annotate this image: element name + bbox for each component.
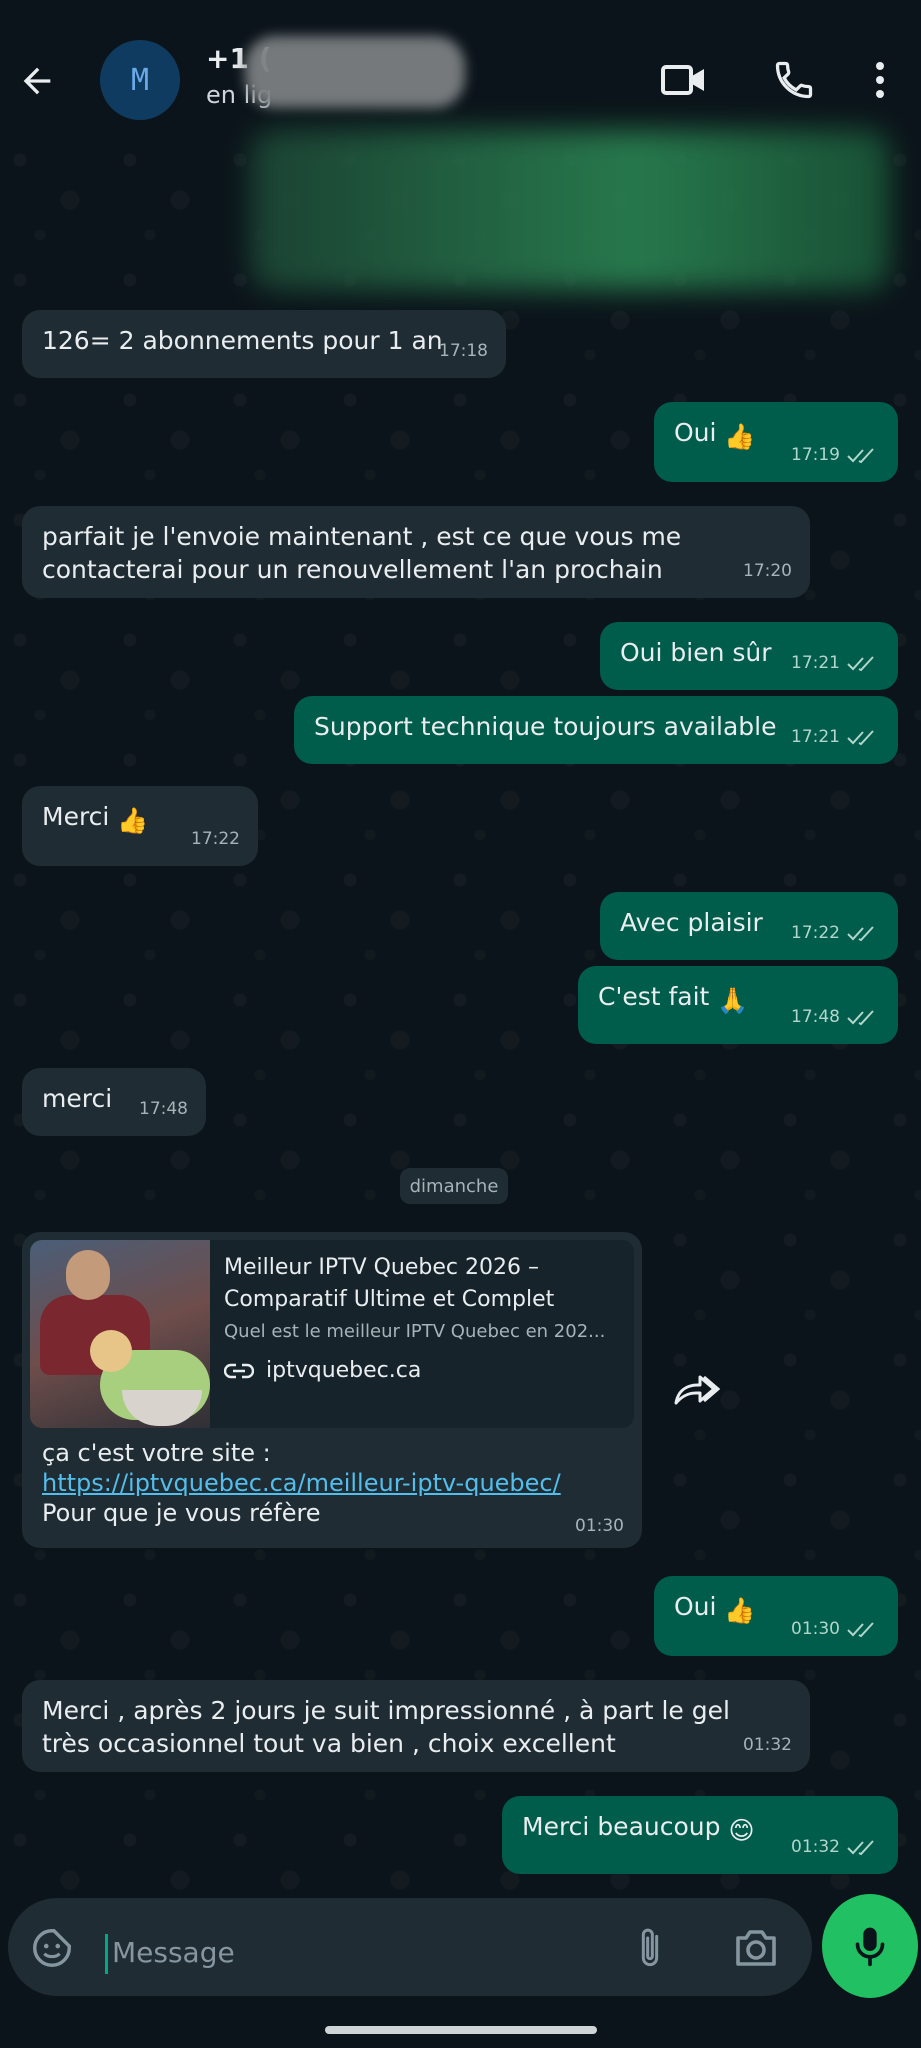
message-time: 17:48	[791, 1007, 840, 1027]
link-preview-domain: iptvquebec.ca	[266, 1358, 422, 1383]
message-text: Oui	[674, 418, 717, 447]
thumbs-up-icon: 👍	[724, 422, 756, 451]
message-text: Avec plaisir	[620, 908, 763, 937]
message-text: ça c'est votre site :	[42, 1439, 271, 1467]
attach-icon[interactable]	[620, 1918, 680, 1978]
link-preview-thumbnail	[30, 1240, 210, 1428]
home-indicator[interactable]	[325, 2026, 597, 2034]
message-text: Merci , après 2 jours je suit impression…	[42, 1696, 730, 1758]
message-input[interactable]	[112, 1926, 532, 1978]
double-check-icon	[847, 655, 874, 671]
avatar-letter: M	[130, 62, 150, 98]
link-preview-card[interactable]: Meilleur IPTV Quebec 2026 – Comparatif U…	[30, 1240, 634, 1428]
message-text: Merci	[42, 802, 110, 831]
video-call-icon[interactable]	[656, 52, 712, 108]
message-time: 01:30	[791, 1619, 840, 1639]
camera-icon[interactable]	[726, 1918, 786, 1978]
message-text: merci	[42, 1084, 113, 1113]
link-preview-description: Quel est le meilleur IPTV Quebec en 202.…	[224, 1321, 606, 1342]
message-bubble-out[interactable]: Merci beaucoup 😊 01:32	[502, 1796, 898, 1874]
thumbs-up-icon: 👍	[724, 1596, 756, 1625]
message-time: 01:30	[575, 1516, 624, 1536]
message-time: 17:48	[139, 1099, 188, 1119]
message-time: 01:32	[743, 1735, 792, 1755]
day-separator: dimanche	[400, 1168, 508, 1204]
double-check-icon	[847, 729, 874, 745]
message-bubble-in[interactable]: 126= 2 abonnements pour 1 an 17:18	[22, 310, 506, 378]
chat-header: M +1 ( en lig	[0, 0, 921, 140]
link-preview-title: Meilleur IPTV Quebec 2026 – Comparatif U…	[224, 1255, 555, 1312]
message-text: Pour que je vous réfère	[42, 1499, 321, 1527]
composer	[0, 1890, 921, 2048]
mic-button[interactable]	[822, 1894, 918, 1998]
message-text: Support technique toujours available	[314, 712, 777, 741]
redacted-message-blur	[250, 130, 890, 290]
message-bubble-out[interactable]: C'est fait 🙏 17:48	[578, 966, 898, 1044]
message-time: 17:20	[743, 561, 792, 581]
message-bubble-in[interactable]: merci 17:48	[22, 1068, 206, 1136]
thumbs-up-icon: 👍	[117, 806, 149, 835]
message-bubble-in[interactable]: parfait je l'envoie maintenant , est ce …	[22, 506, 810, 598]
phone-icon[interactable]	[766, 52, 822, 108]
double-check-icon	[847, 1009, 874, 1025]
redacted-contact-blur	[245, 36, 465, 108]
message-bubble-in[interactable]: Merci , après 2 jours je suit impression…	[22, 1680, 810, 1772]
double-check-icon	[847, 1621, 874, 1637]
message-input-bar	[8, 1898, 812, 1996]
text-cursor	[105, 1934, 108, 1974]
message-time: 17:22	[791, 923, 840, 943]
double-check-icon	[847, 1839, 874, 1855]
message-text: parfait je l'envoie maintenant , est ce …	[42, 522, 682, 584]
message-time: 17:19	[791, 445, 840, 465]
back-arrow-icon[interactable]	[12, 56, 62, 106]
message-bubble-in[interactable]: Merci 👍 17:22	[22, 786, 258, 866]
message-time: 01:32	[791, 1837, 840, 1857]
avatar[interactable]: M	[100, 40, 180, 120]
link-message-bubble[interactable]: Meilleur IPTV Quebec 2026 – Comparatif U…	[22, 1232, 642, 1548]
message-text: Oui	[674, 1592, 717, 1621]
message-bubble-out[interactable]: Avec plaisir 17:22	[600, 892, 898, 960]
message-bubble-out[interactable]: Support technique toujours available 17:…	[294, 696, 898, 764]
message-text: 126= 2 abonnements pour 1 an	[42, 326, 443, 355]
double-check-icon	[847, 925, 874, 941]
message-bubble-out[interactable]: Oui 👍 17:19	[654, 402, 898, 482]
message-time: 17:22	[191, 829, 240, 849]
double-check-icon	[847, 447, 874, 463]
message-link-url[interactable]: https://iptvquebec.ca/meilleur-iptv-queb…	[42, 1468, 622, 1498]
forward-icon[interactable]	[660, 1362, 732, 1418]
mic-icon	[855, 1927, 885, 1967]
message-time: 17:21	[791, 653, 840, 673]
more-vert-icon[interactable]	[860, 52, 900, 108]
message-text: C'est fait	[598, 982, 710, 1011]
message-text: Oui bien sûr	[620, 638, 772, 667]
message-text: Merci beaucoup	[522, 1812, 721, 1841]
smiling-face-icon: 😊	[728, 1816, 755, 1845]
message-bubble-out[interactable]: Oui bien sûr 17:21	[600, 622, 898, 690]
message-time: 17:18	[439, 341, 488, 361]
folded-hands-icon: 🙏	[717, 986, 749, 1015]
sticker-icon[interactable]	[22, 1918, 82, 1978]
message-time: 17:21	[791, 727, 840, 747]
link-icon	[224, 1363, 254, 1378]
message-bubble-out[interactable]: Oui 👍 01:30	[654, 1576, 898, 1656]
